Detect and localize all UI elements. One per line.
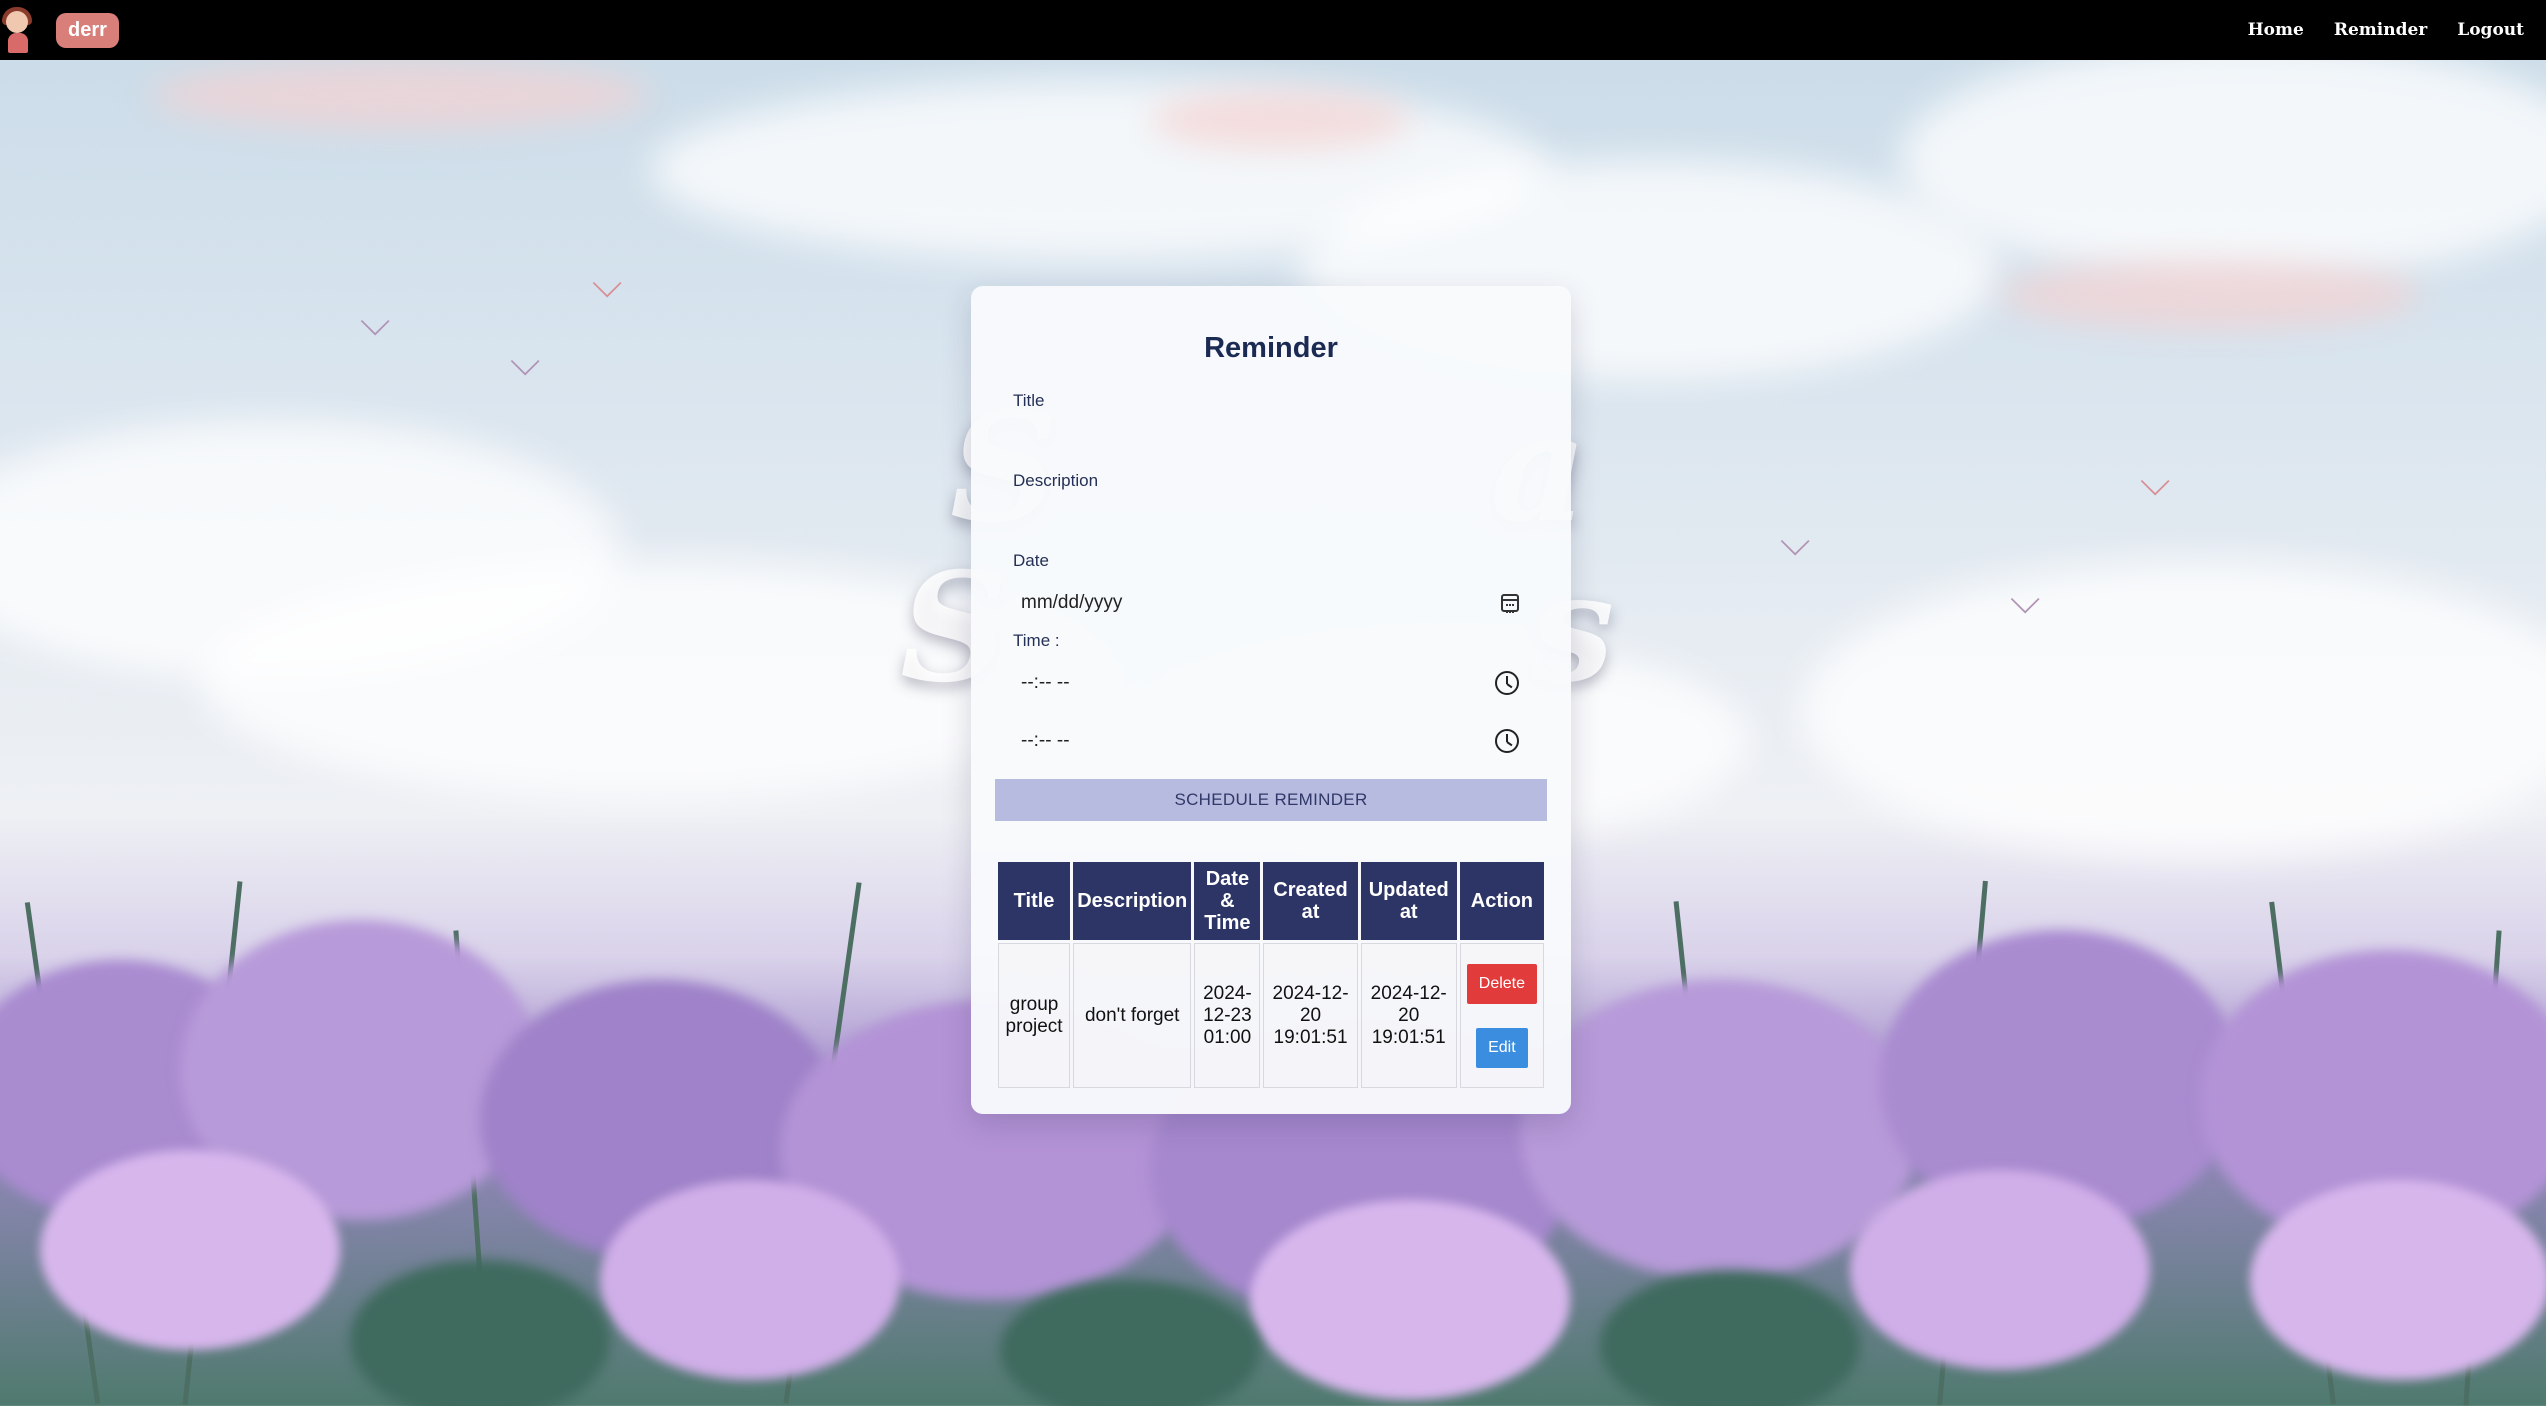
start-time-input[interactable]: --:-- --: [1013, 663, 1529, 703]
brand: derr: [0, 0, 119, 60]
cell-action: Delete Edit: [1459, 943, 1544, 1088]
clock-icon[interactable]: [1495, 671, 1519, 695]
nav-reminder-link[interactable]: Reminder: [2334, 20, 2427, 40]
clock-icon[interactable]: [1495, 729, 1519, 753]
table-row: group project don't forget 2024-12-23 01…: [998, 943, 1544, 1088]
date-label: Date: [1013, 551, 1049, 570]
end-time-placeholder: --:-- --: [1021, 730, 1070, 751]
cell-title: group project: [998, 943, 1071, 1088]
column-header-date-time: Date & Time: [1194, 862, 1261, 940]
calendar-icon[interactable]: [1501, 594, 1519, 613]
avatar[interactable]: [0, 5, 40, 55]
cell-date-time: 2024-12-23 01:00: [1194, 943, 1261, 1088]
column-header-updated-at: Updated at: [1360, 862, 1457, 940]
description-input[interactable]: [1013, 492, 1529, 530]
nav-home-link[interactable]: Home: [2248, 20, 2304, 40]
cell-updated-at: 2024-12-20 19:01:51: [1360, 943, 1457, 1088]
title-input[interactable]: [1013, 412, 1529, 450]
column-header-action: Action: [1459, 862, 1544, 940]
reminders-table: Title Description Date & Time Created at…: [995, 859, 1547, 1091]
cell-created-at: 2024-12-20 19:01:51: [1263, 943, 1358, 1088]
schedule-reminder-button[interactable]: SCHEDULE REMINDER: [995, 779, 1547, 821]
delete-button[interactable]: Delete: [1466, 963, 1537, 1004]
card-title: Reminder: [1204, 332, 1338, 364]
nav-links: Home Reminder Logout: [2248, 20, 2524, 40]
time-label: Time :: [1013, 631, 1060, 650]
table-header-row: Title Description Date & Time Created at…: [998, 862, 1544, 940]
title-label: Title: [1013, 391, 1045, 410]
edit-button[interactable]: Edit: [1475, 1027, 1528, 1068]
date-input[interactable]: mm/dd/yyyy: [1013, 583, 1529, 623]
reminder-card: Reminder Title Description Date mm/dd/yy…: [971, 286, 1571, 1114]
column-header-created-at: Created at: [1263, 862, 1358, 940]
brand-name-badge[interactable]: derr: [56, 12, 119, 48]
column-header-title: Title: [998, 862, 1071, 940]
nav-logout-link[interactable]: Logout: [2457, 20, 2524, 40]
cell-description: don't forget: [1073, 943, 1192, 1088]
description-label: Description: [1013, 471, 1099, 490]
start-time-placeholder: --:-- --: [1021, 672, 1070, 693]
date-placeholder: mm/dd/yyyy: [1021, 592, 1123, 613]
end-time-input[interactable]: --:-- --: [1013, 721, 1529, 761]
top-navbar: derr Home Reminder Logout: [0, 0, 2546, 60]
column-header-description: Description: [1073, 862, 1192, 940]
